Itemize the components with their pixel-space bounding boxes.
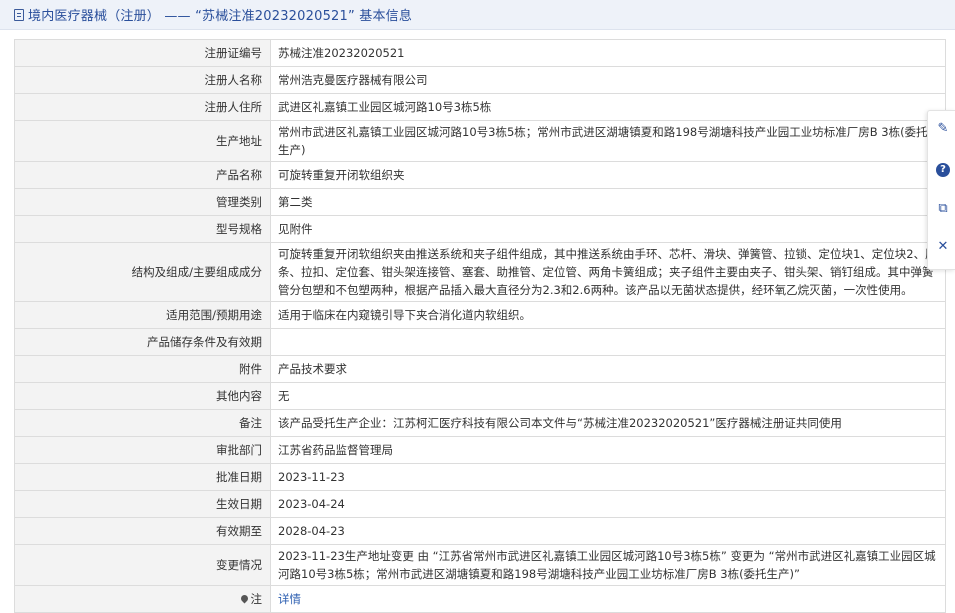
table-row: 型号规格 见附件: [14, 215, 946, 243]
row-label: 其他内容: [14, 382, 271, 410]
row-value: 可旋转重复开闭软组织夹: [270, 161, 946, 189]
table-row: 产品储存条件及有效期: [14, 328, 946, 356]
row-label: 结构及组成/主要组成成分: [14, 242, 271, 302]
table-row: 产品名称 可旋转重复开闭软组织夹: [14, 161, 946, 189]
row-value: 2028-04-23: [270, 517, 946, 545]
table-row-note: 注 详情: [14, 585, 946, 613]
row-label: 产品储存条件及有效期: [14, 328, 271, 356]
row-value: 2023-11-23: [270, 463, 946, 491]
row-label: 注册人名称: [14, 66, 271, 94]
close-icon[interactable]: ✕: [935, 239, 951, 255]
side-toolbar: ✎ ? ⧉ ✕: [927, 110, 955, 270]
row-value: 产品技术要求: [270, 355, 946, 383]
row-label: 变更情况: [14, 544, 271, 586]
row-value: 见附件: [270, 215, 946, 243]
table-row: 附件 产品技术要求: [14, 355, 946, 383]
note-label-cell: 注: [14, 585, 271, 613]
row-value: 可旋转重复开闭软组织夹由推送系统和夹子组件组成，其中推送系统由手环、芯杆、滑块、…: [270, 242, 946, 302]
row-value: 2023-04-24: [270, 490, 946, 518]
table-row: 其他内容无: [14, 382, 946, 410]
note-label: 注: [250, 592, 263, 606]
table-row: 生产地址 常州市武进区礼嘉镇工业园区城河路10号3栋5栋；常州市武进区湖塘镇夏和路…: [14, 120, 946, 162]
table-row: 有效期至 2028-04-23: [14, 517, 946, 545]
row-value: 江苏省药品监督管理局: [270, 436, 946, 464]
details-link[interactable]: 详情: [278, 592, 301, 606]
copy-icon[interactable]: ⧉: [935, 201, 951, 217]
table-row: 备注 该产品受托生产企业：江苏柯汇医疗科技有限公司本文件与“苏械注准2023202…: [14, 409, 946, 437]
note-value-cell: 详情: [270, 585, 946, 613]
row-value: 该产品受托生产企业：江苏柯汇医疗科技有限公司本文件与“苏械注准202320205…: [270, 409, 946, 437]
table-row: 生效日期 2023-04-24: [14, 490, 946, 518]
row-value: 第二类: [270, 188, 946, 216]
table-row: 审批部门 江苏省药品监督管理局: [14, 436, 946, 464]
table-row: 结构及组成/主要组成成分 可旋转重复开闭软组织夹由推送系统和夹子组件组成，其中推送…: [14, 242, 946, 302]
row-value: 武进区礼嘉镇工业园区城河路10号3栋5栋: [270, 93, 946, 121]
table-row: 适用范围/预期用途 适用于临床在内窥镜引导下夹合消化道内软组织。: [14, 301, 946, 329]
row-label: 管理类别: [14, 188, 271, 216]
row-label: 注册证编号: [14, 39, 271, 67]
row-label: 有效期至: [14, 517, 271, 545]
page-header: 境内医疗器械（注册） —— “苏械注准20232020521” 基本信息: [0, 0, 955, 30]
edit-icon[interactable]: ✎: [935, 121, 951, 137]
row-label: 产品名称: [14, 161, 271, 189]
row-value: 无: [270, 382, 946, 410]
table-row: 批准日期 2023-11-23: [14, 463, 946, 491]
table-row: 管理类别 第二类: [14, 188, 946, 216]
pin-icon: [239, 593, 249, 604]
row-value: 2023-11-23生产地址变更 由 “江苏省常州市武进区礼嘉镇工业园区城河路1…: [270, 544, 946, 586]
table-row: 注册人住所 武进区礼嘉镇工业园区城河路10号3栋5栋: [14, 93, 946, 121]
row-value: 苏械注准20232020521: [270, 39, 946, 67]
row-label: 审批部门: [14, 436, 271, 464]
row-label: 附件: [14, 355, 271, 383]
table-row: 注册人名称 常州浩克曼医疗器械有限公司: [14, 66, 946, 94]
row-label: 注册人住所: [14, 93, 271, 121]
row-label: 生效日期: [14, 490, 271, 518]
row-label: 适用范围/预期用途: [14, 301, 271, 329]
row-value: [270, 328, 946, 356]
table-row: 变更情况 2023-11-23生产地址变更 由 “江苏省常州市武进区礼嘉镇工业园区…: [14, 544, 946, 586]
help-icon[interactable]: ?: [935, 161, 951, 177]
table-row: 注册证编号 苏械注准20232020521: [14, 39, 946, 67]
document-icon: [14, 8, 24, 21]
row-value: 适用于临床在内窥镜引导下夹合消化道内软组织。: [270, 301, 946, 329]
row-value: 常州市武进区礼嘉镇工业园区城河路10号3栋5栋；常州市武进区湖塘镇夏和路198号…: [270, 120, 946, 162]
row-label: 备注: [14, 409, 271, 437]
row-value: 常州浩克曼医疗器械有限公司: [270, 66, 946, 94]
info-table: 注册证编号 苏械注准20232020521 注册人名称 常州浩克曼医疗器械有限公司 …: [14, 39, 946, 613]
row-label: 批准日期: [14, 463, 271, 491]
row-label: 生产地址: [14, 120, 271, 162]
page-title: 境内医疗器械（注册） —— “苏械注准20232020521” 基本信息: [28, 9, 413, 24]
row-label: 型号规格: [14, 215, 271, 243]
